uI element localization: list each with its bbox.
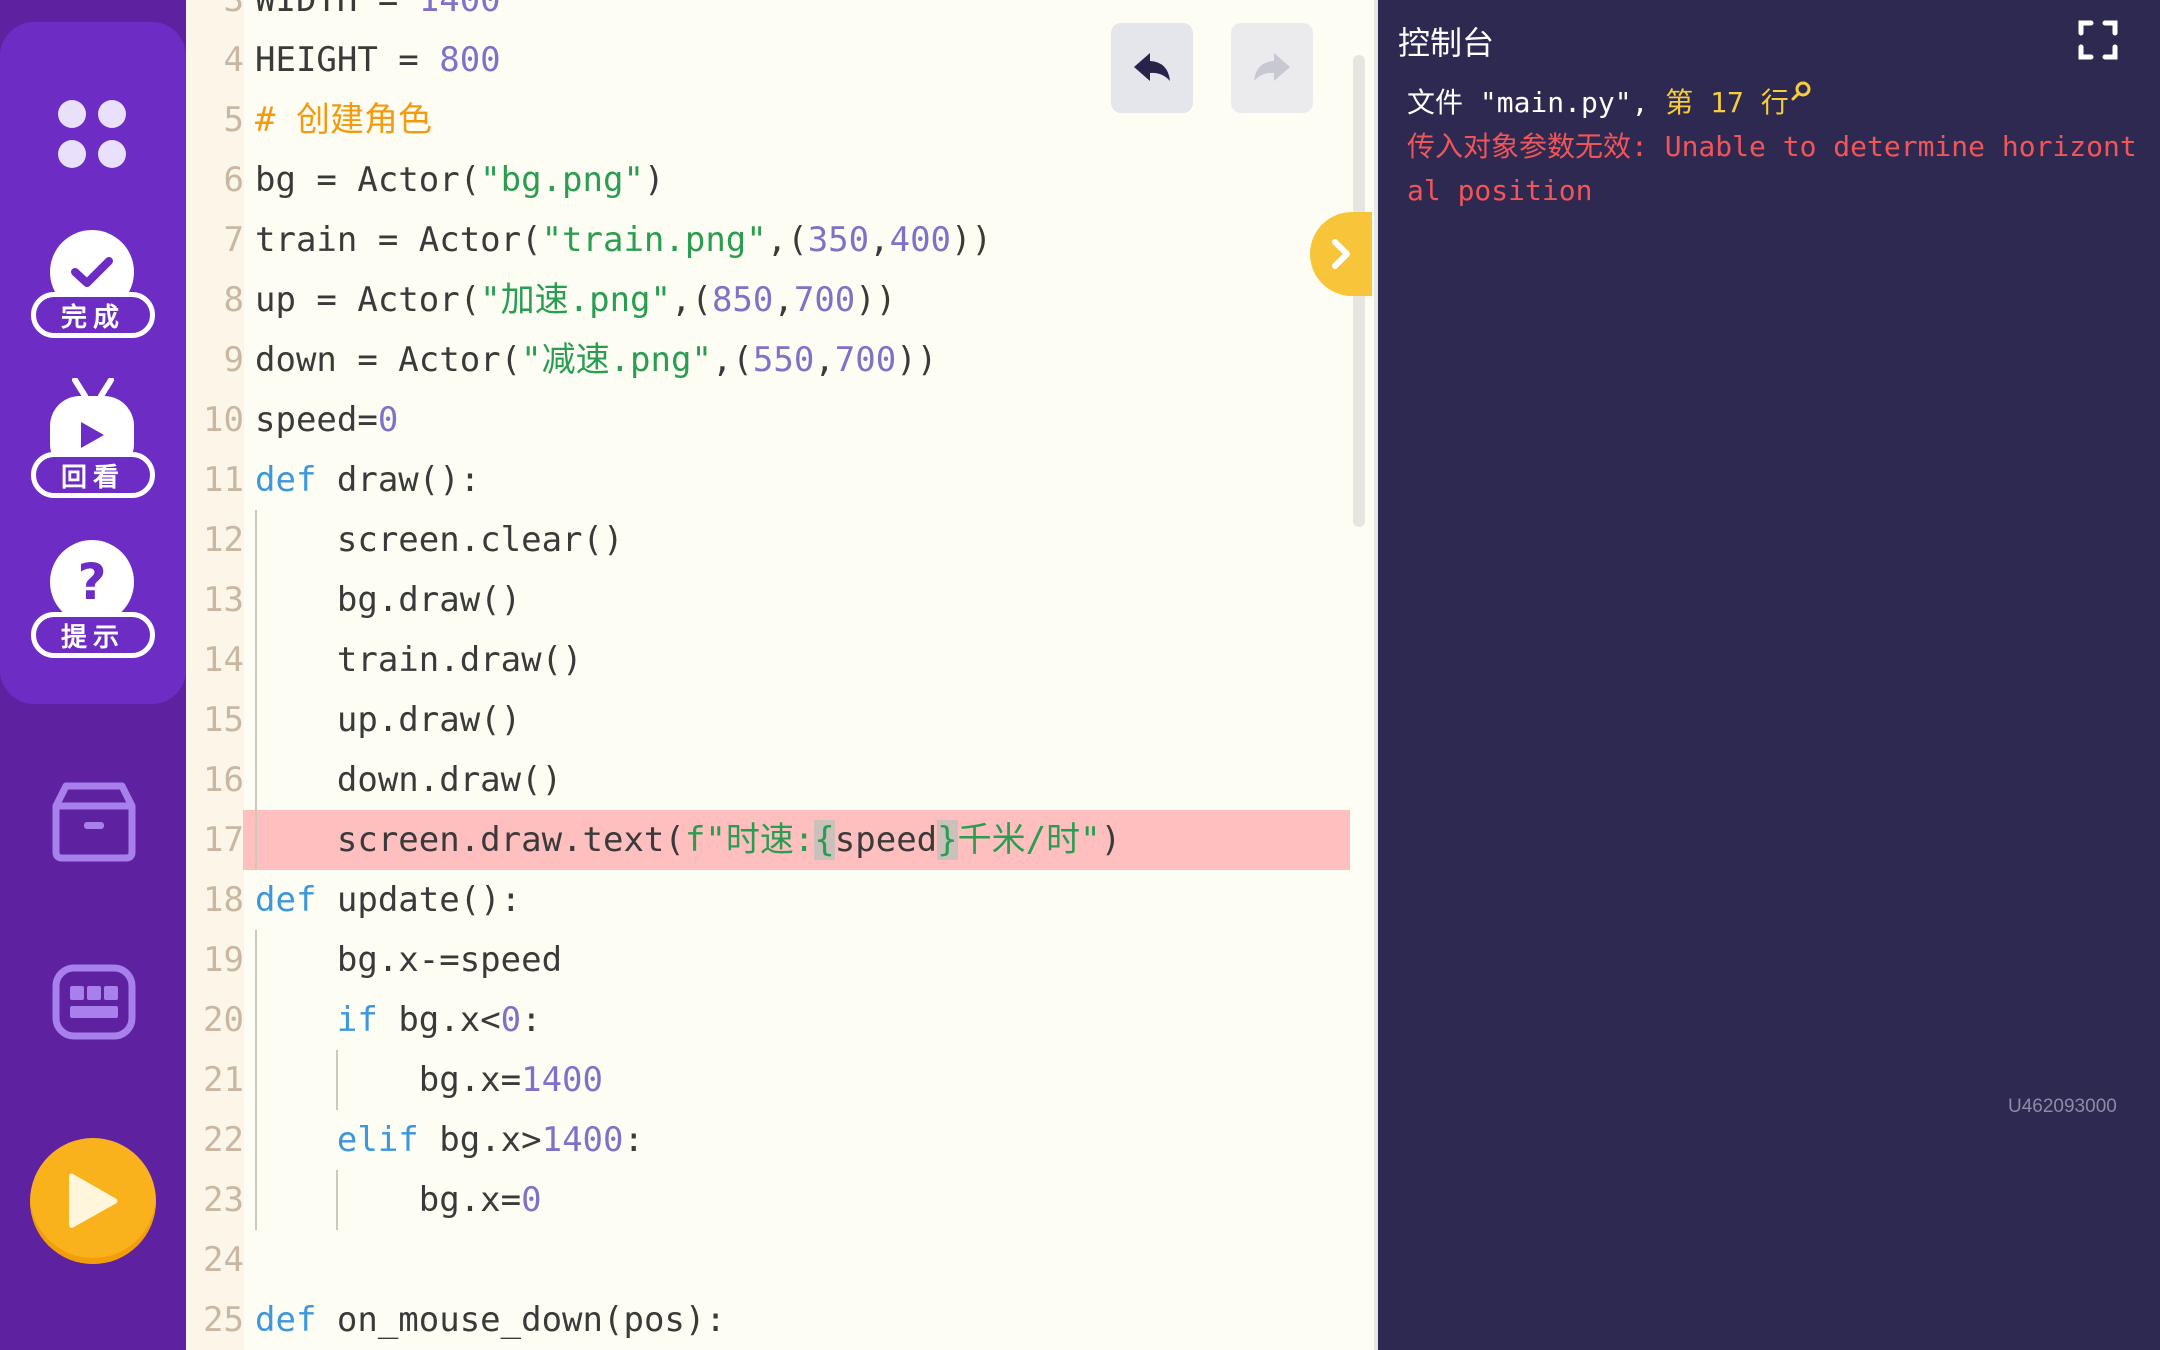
- lesson-actions-panel: 完成 回看 ? 提示: [0, 22, 186, 704]
- code-line[interactable]: 24: [186, 1230, 1346, 1290]
- line-number: 17: [203, 820, 244, 860]
- line-number: 18: [203, 880, 244, 920]
- code-text[interactable]: train.draw(): [255, 630, 583, 690]
- search-icon[interactable]: [1791, 80, 1813, 102]
- run-button[interactable]: [30, 1138, 156, 1264]
- code-text[interactable]: bg = Actor("bg.png"): [255, 150, 664, 210]
- line-number: 10: [203, 400, 244, 440]
- code-text[interactable]: bg.x=0: [255, 1170, 542, 1230]
- line-number: 8: [223, 280, 244, 320]
- line-number: 23: [203, 1180, 244, 1220]
- code-line[interactable]: 21 bg.x=1400: [186, 1050, 1346, 1110]
- undo-button[interactable]: [1111, 23, 1193, 113]
- code-text[interactable]: screen.clear(): [255, 510, 624, 570]
- code-line[interactable]: 16 down.draw(): [186, 750, 1346, 810]
- line-number: 16: [203, 760, 244, 800]
- code-line[interactable]: 17 screen.draw.text(f"时速:{speed}千米/时"): [186, 810, 1346, 870]
- console-file-line: 文件 "main.py", 第 17 行: [1407, 80, 1813, 121]
- line-number: 9: [223, 340, 244, 380]
- code-text[interactable]: def on_mouse_down(pos):: [255, 1290, 726, 1350]
- line-number: 21: [203, 1060, 244, 1100]
- code-text[interactable]: up.draw(): [255, 690, 521, 750]
- line-number: 22: [203, 1120, 244, 1160]
- code-line[interactable]: 25 def on_mouse_down(pos):: [186, 1290, 1346, 1350]
- line-number: 7: [223, 220, 244, 260]
- code-line[interactable]: 9 down = Actor("减速.png",(550,700)): [186, 330, 1346, 390]
- code-text[interactable]: if bg.x<0:: [255, 990, 542, 1050]
- code-line[interactable]: 22 elif bg.x>1400:: [186, 1110, 1346, 1170]
- line-number: 24: [203, 1240, 244, 1280]
- code-line[interactable]: 12 screen.clear(): [186, 510, 1346, 570]
- code-text[interactable]: HEIGHT = 800: [255, 30, 501, 90]
- line-number: 19: [203, 940, 244, 980]
- line-number: 12: [203, 520, 244, 560]
- code-line[interactable]: 7 train = Actor("train.png",(350,400)): [186, 210, 1346, 270]
- console-panel: 控制台 文件 "main.py", 第 17 行 传入对象参数无效: Unabl…: [1374, 0, 2160, 1350]
- code-text[interactable]: elif bg.x>1400:: [255, 1110, 644, 1170]
- console-error-message: 传入对象参数无效: Unable to determine horizontal…: [1407, 130, 2137, 207]
- code-editor[interactable]: 3 WIDTH = 1400 4 HEIGHT = 800 5 # 创建角色 6 bg = A…: [186, 0, 1374, 1350]
- run-icon: [69, 1173, 118, 1228]
- line-number: 14: [203, 640, 244, 680]
- error-line-link[interactable]: 第 17 行: [1665, 86, 1788, 119]
- left-toolbar: 完成 回看 ? 提示: [0, 0, 186, 1350]
- code-line[interactable]: 15 up.draw(): [186, 690, 1346, 750]
- replay-button[interactable]: 回看: [31, 378, 155, 518]
- code-line[interactable]: 18 def update():: [186, 870, 1346, 930]
- code-line[interactable]: 10 speed=0: [186, 390, 1346, 450]
- code-text[interactable]: speed=0: [255, 390, 398, 450]
- code-line[interactable]: 6 bg = Actor("bg.png"): [186, 150, 1346, 210]
- code-line[interactable]: 20 if bg.x<0:: [186, 990, 1346, 1050]
- keyboard-icon[interactable]: [52, 964, 136, 1044]
- grid-icon[interactable]: [58, 100, 130, 172]
- line-number: 5: [223, 100, 244, 140]
- code-line[interactable]: 11 def draw():: [186, 450, 1346, 510]
- code-text[interactable]: bg.draw(): [255, 570, 521, 630]
- code-text[interactable]: def update():: [255, 870, 521, 930]
- line-number: 6: [223, 160, 244, 200]
- code-text[interactable]: screen.draw.text(f"时速:{speed}千米/时"): [255, 810, 1121, 870]
- line-number: 11: [203, 460, 244, 500]
- line-number: 15: [203, 700, 244, 740]
- code-line[interactable]: 19 bg.x-=speed: [186, 930, 1346, 990]
- code-line[interactable]: 13 bg.draw(): [186, 570, 1346, 630]
- code-text[interactable]: WIDTH = 1400: [255, 0, 501, 30]
- code-text[interactable]: bg.x-=speed: [255, 930, 562, 990]
- code-line[interactable]: 14 train.draw(): [186, 630, 1346, 690]
- line-number: 4: [223, 40, 244, 80]
- code-text[interactable]: bg.x=1400: [255, 1050, 603, 1110]
- line-number: 20: [203, 1000, 244, 1040]
- code-text[interactable]: def draw():: [255, 450, 480, 510]
- code-text[interactable]: # 创建角色: [255, 90, 432, 150]
- complete-label: 完成: [31, 292, 155, 338]
- code-text[interactable]: train = Actor("train.png",(350,400)): [255, 210, 992, 270]
- line-number: 25: [203, 1300, 244, 1340]
- code-text[interactable]: down = Actor("减速.png",(550,700)): [255, 330, 937, 390]
- line-number: 3: [223, 0, 244, 20]
- chevron-right-icon: [1332, 239, 1350, 269]
- code-text[interactable]: up = Actor("加速.png",(850,700)): [255, 270, 896, 330]
- line-number: 13: [203, 580, 244, 620]
- hint-button[interactable]: ? 提示: [31, 540, 155, 678]
- fullscreen-button[interactable]: [2078, 20, 2118, 60]
- console-file-prefix: 文件 "main.py",: [1407, 86, 1666, 119]
- redo-icon: [1254, 53, 1290, 81]
- replay-label: 回看: [31, 452, 155, 498]
- hint-label: 提示: [31, 612, 155, 658]
- user-id-label: U462093000: [2008, 1096, 2117, 1117]
- console-title: 控制台: [1398, 24, 1495, 62]
- complete-button[interactable]: 完成: [31, 230, 155, 358]
- code-line[interactable]: 8 up = Actor("加速.png",(850,700)): [186, 270, 1346, 330]
- code-line[interactable]: 23 bg.x=0: [186, 1170, 1346, 1230]
- code-text[interactable]: down.draw(): [255, 750, 562, 810]
- redo-button[interactable]: [1231, 23, 1313, 113]
- box-icon[interactable]: [52, 782, 136, 866]
- undo-icon: [1134, 53, 1170, 81]
- fullscreen-icon: [2078, 20, 2118, 60]
